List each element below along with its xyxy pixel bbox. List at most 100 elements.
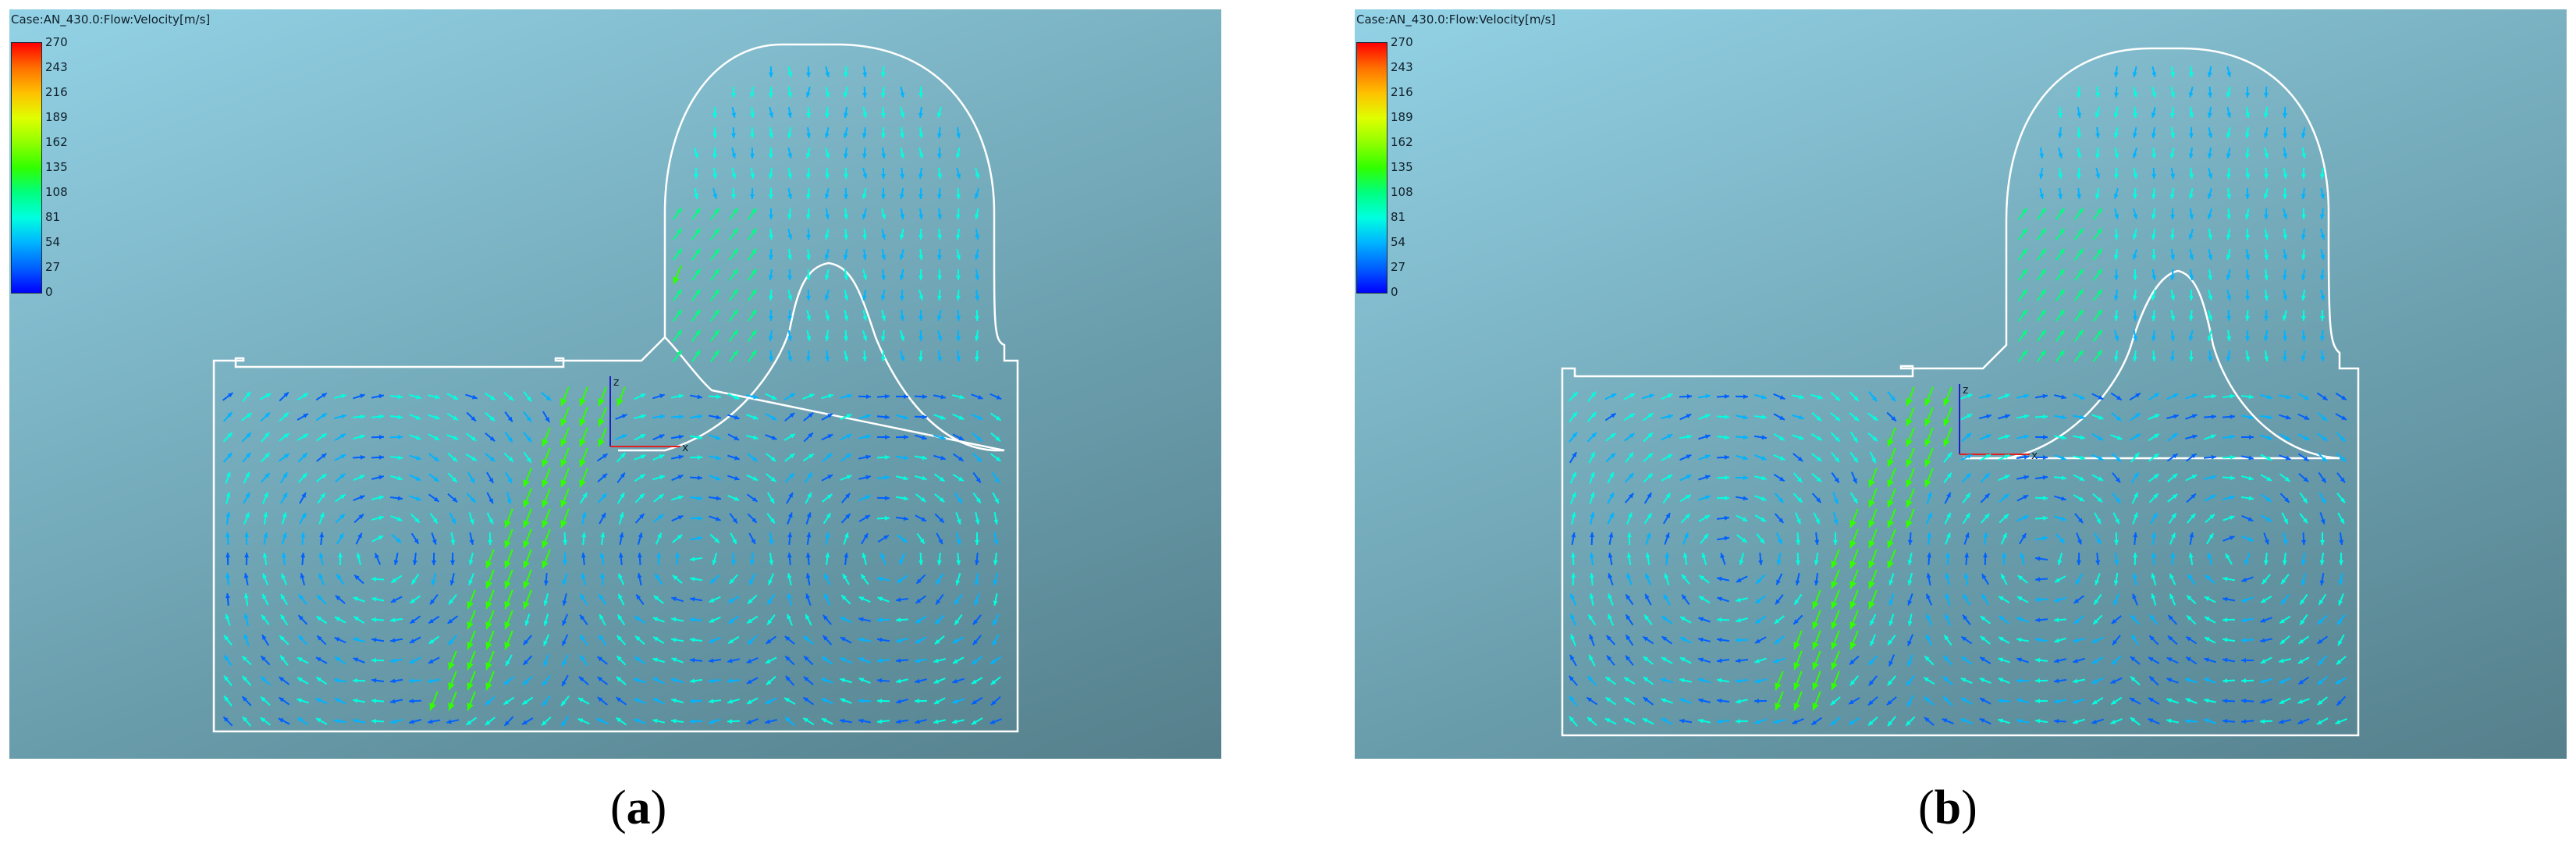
velocity-vector-head: [2113, 315, 2119, 321]
velocity-vector-head: [697, 516, 702, 521]
velocity-vector-head: [2095, 153, 2100, 158]
velocity-vector-head: [2095, 560, 2101, 565]
velocity-vector-head: [409, 699, 414, 704]
velocity-vector-head: [975, 539, 980, 545]
velocity-vector-head: [2241, 698, 2247, 703]
velocity-vector-head: [881, 275, 886, 280]
velocity-vector-head: [1704, 475, 1711, 480]
velocity-vector-head: [844, 173, 849, 179]
velocity-vector-head: [2151, 553, 2156, 558]
velocity-vector-head: [2204, 718, 2210, 724]
velocity-vector-head: [2263, 560, 2269, 565]
velocity-vector-head: [2301, 214, 2307, 219]
velocity-vector-head: [2263, 315, 2269, 321]
velocity-vector-head: [2244, 315, 2250, 321]
velocity-vector-head: [1736, 638, 1741, 643]
velocity-vector-head: [2208, 92, 2213, 98]
axis-label-z: z: [613, 376, 619, 389]
velocity-vector-head: [881, 173, 886, 179]
velocity-vector-head: [2282, 112, 2287, 118]
velocity-vector-head: [690, 699, 695, 704]
velocity-vector-head: [2301, 173, 2306, 179]
velocity-vector-head: [1754, 658, 1761, 664]
velocity-vector-head: [881, 194, 886, 199]
velocity-vector-head: [1927, 553, 1932, 558]
velocity-vector-head: [2166, 698, 2173, 703]
velocity-vector-head: [353, 678, 358, 683]
velocity-vector-head: [727, 719, 733, 724]
velocity-vector-head: [2133, 112, 2138, 118]
velocity-vector-head: [956, 518, 961, 525]
velocity-vector-head: [956, 560, 961, 565]
velocity-vector-head: [1724, 495, 1729, 500]
velocity-vector-head: [862, 356, 868, 361]
velocity-vector-head: [371, 617, 377, 622]
velocity-vector-head: [1758, 560, 1764, 565]
velocity-vector-head: [896, 658, 901, 664]
velocity-vector-head: [768, 194, 773, 199]
velocity-vector-head: [2151, 173, 2157, 179]
velocity-vector-head: [955, 153, 961, 158]
velocity-vector-head: [824, 112, 830, 118]
velocity-vector-head: [2169, 214, 2175, 219]
velocity-vector-head: [936, 254, 942, 260]
velocity-vector-head: [2230, 414, 2235, 419]
velocity-vector-head: [915, 699, 920, 704]
velocity-vector-head: [2058, 112, 2063, 118]
flow-field-diagram: z x: [212, 43, 1019, 733]
velocity-vector-head: [618, 553, 624, 558]
velocity-vector-head: [2244, 92, 2250, 98]
axis-label-x: x: [682, 442, 688, 454]
velocity-vector-head: [844, 234, 849, 240]
velocity-vector-head: [899, 295, 904, 301]
velocity-vector-head: [2222, 718, 2228, 724]
velocity-vector-head: [956, 336, 961, 341]
velocity-vector-head: [825, 173, 830, 179]
velocity-panel-a: Case:AN_430.0:Flow:Velocity[m/s] 270 243…: [9, 9, 1221, 759]
velocity-vector-head: [903, 434, 908, 439]
velocity-vector-head: [2226, 214, 2232, 219]
velocity-vector-head: [937, 275, 943, 280]
velocity-vector-head: [2208, 356, 2213, 361]
velocity-vector-head: [952, 699, 958, 704]
velocity-vector-head: [896, 617, 901, 623]
velocity-vector-head: [409, 678, 414, 684]
velocity-vector-head: [769, 214, 774, 219]
velocity-vector-head: [2133, 553, 2138, 558]
velocity-vector-head: [678, 414, 684, 419]
velocity-vector-head: [769, 315, 774, 321]
velocity-vector-head: [2035, 597, 2041, 603]
velocity-vector-head: [449, 560, 455, 565]
velocity-vector-head: [768, 295, 773, 301]
velocity-vector-head: [922, 394, 927, 400]
velocity-vector-head: [378, 454, 384, 460]
velocity-vector-head: [955, 214, 961, 219]
velocity-vector-head: [675, 553, 680, 558]
velocity-vector-head: [787, 532, 793, 538]
velocity-vector-head: [2188, 356, 2194, 361]
velocity-vector-head: [2042, 496, 2048, 501]
velocity-vector-head: [956, 315, 961, 321]
panel-caption-b: (b): [1918, 781, 1977, 834]
velocity-vector-head: [884, 454, 890, 460]
velocity-vector-head: [1724, 414, 1729, 420]
velocity-vector-head: [880, 133, 886, 138]
velocity-vector-head: [862, 234, 868, 240]
velocity-vector-head: [2151, 532, 2157, 538]
velocity-vector-head: [225, 532, 230, 538]
velocity-vector-head: [862, 92, 868, 98]
velocity-vector-head: [656, 553, 662, 558]
velocity-vector-head: [806, 512, 812, 518]
velocity-vector-head: [244, 532, 250, 538]
velocity-vector-head: [974, 560, 979, 565]
velocity-vector-head: [2189, 133, 2194, 138]
velocity-vector-head: [731, 133, 737, 138]
velocity-vector-head: [2114, 234, 2119, 240]
velocity-vector-head: [768, 254, 773, 260]
velocity-vector-head: [805, 173, 811, 179]
velocity-vector-head: [936, 295, 942, 301]
velocity-vector-head: [371, 576, 377, 582]
velocity-vector-head: [2301, 539, 2307, 545]
velocity-vector-head: [2241, 678, 2247, 684]
velocity-vector-head: [975, 315, 980, 321]
